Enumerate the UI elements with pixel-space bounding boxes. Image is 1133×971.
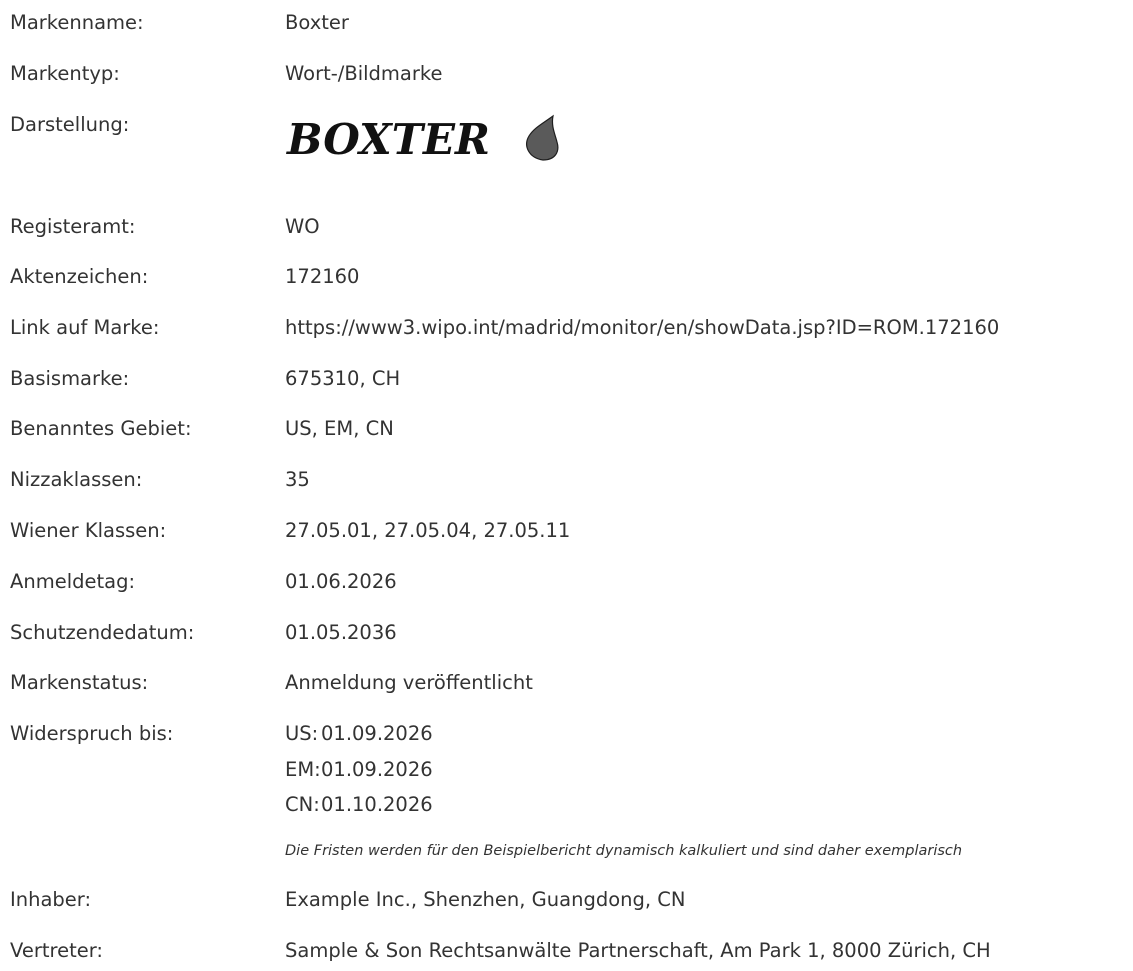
opposition-date: 01.10.2026 <box>321 793 433 816</box>
logo-wordmark: BOXTER <box>286 115 490 164</box>
opposition-date: 01.09.2026 <box>321 722 433 745</box>
field-value: 01.06.2026 <box>285 570 397 593</box>
opposition-line-us: US: 01.09.2026 <box>285 719 433 749</box>
field-register-office: Registeramt: WO <box>10 212 1133 242</box>
field-value: US, EM, CN <box>285 417 394 440</box>
opposition-line-cn: CN:01.10.2026 <box>285 790 433 820</box>
field-vienna-classes: Wiener Klassen: 27.05.01, 27.05.04, 27.0… <box>10 516 1133 546</box>
field-file-number: Aktenzeichen: 172160 <box>10 262 1133 292</box>
field-representative: Vertreter: Sample & Son Rechtsanwälte Pa… <box>10 936 1133 966</box>
field-value: 172160 <box>285 265 360 288</box>
opposition-country: US: <box>285 722 319 745</box>
field-label: Aktenzeichen: <box>10 265 149 288</box>
brand-logo-image: BOXTER <box>286 114 559 164</box>
flame-icon <box>526 114 559 161</box>
opposition-line-cn-row: CN:01.10.2026 <box>10 790 1133 820</box>
opposition-country: EM: <box>285 758 321 781</box>
field-label: Widerspruch bis: <box>10 722 174 745</box>
field-designated-territory: Benanntes Gebiet: US, EM, CN <box>10 414 1133 444</box>
opposition-date: 01.09.2026 <box>321 758 433 781</box>
field-brand-type: Markentyp: Wort-/Bildmarke <box>10 59 1133 89</box>
field-label: Markenstatus: <box>10 671 149 694</box>
opposition-country: CN: <box>285 793 320 816</box>
field-label: Markentyp: <box>10 62 120 85</box>
field-base-mark: Basismarke: 675310, CH <box>10 364 1133 394</box>
field-value: Sample & Son Rechtsanwälte Partnerschaft… <box>285 939 991 962</box>
field-protection-end-date: Schutzendedatum: 01.05.2036 <box>10 618 1133 648</box>
field-value: Example Inc., Shenzhen, Guangdong, CN <box>285 888 686 911</box>
opposition-line-em-row: EM:01.09.2026 <box>10 755 1133 785</box>
field-label: Benanntes Gebiet: <box>10 417 192 440</box>
field-value: 35 <box>285 468 310 491</box>
deadline-note: Die Fristen werden für den Beispielberic… <box>285 843 963 859</box>
field-brand-name: Markenname: Boxter <box>10 8 1133 38</box>
field-label: Darstellung: <box>10 113 130 136</box>
field-value: Boxter <box>285 11 349 34</box>
field-value: Anmeldung veröffentlicht <box>285 671 533 694</box>
field-label: Schutzendedatum: <box>10 621 195 644</box>
trademark-link[interactable]: https://www3.wipo.int/madrid/monitor/en/… <box>285 313 999 343</box>
field-value: Wort-/Bildmarke <box>285 62 443 85</box>
field-value: WO <box>285 215 320 238</box>
field-label: Link auf Marke: <box>10 316 160 339</box>
field-label: Inhaber: <box>10 888 92 911</box>
field-label: Vertreter: <box>10 939 103 962</box>
opposition-line-em: EM:01.09.2026 <box>285 755 433 785</box>
field-label: Anmeldetag: <box>10 570 136 593</box>
field-label: Wiener Klassen: <box>10 519 167 542</box>
field-label: Registeramt: <box>10 215 136 238</box>
field-label: Basismarke: <box>10 367 130 390</box>
trademark-details: Markenname: Boxter Markentyp: Wort-/Bild… <box>0 0 1133 971</box>
field-value: 675310, CH <box>285 367 401 390</box>
field-trademark-link: Link auf Marke: https://www3.wipo.int/ma… <box>10 313 1133 343</box>
field-nice-classes: Nizzaklassen: 35 <box>10 465 1133 495</box>
field-filing-date: Anmeldetag: 01.06.2026 <box>10 567 1133 597</box>
field-label: Nizzaklassen: <box>10 468 143 491</box>
field-value: 27.05.01, 27.05.04, 27.05.11 <box>285 519 571 542</box>
field-brand-status: Markenstatus: Anmeldung veröffentlicht <box>10 668 1133 698</box>
field-label: Markenname: <box>10 11 144 34</box>
field-value: 01.05.2036 <box>285 621 397 644</box>
field-owner: Inhaber: Example Inc., Shenzhen, Guangdo… <box>10 885 1133 915</box>
brand-logo: BOXTER <box>285 106 575 174</box>
